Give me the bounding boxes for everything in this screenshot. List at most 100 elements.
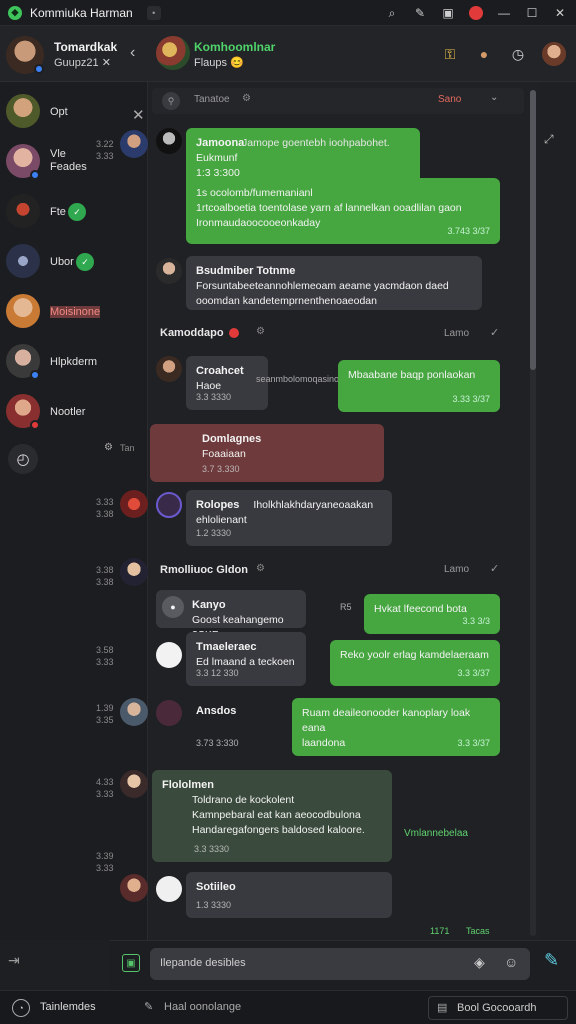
gear-icon: ⚙: [256, 326, 265, 337]
message-text: Reko yoolr erlag kamdelaeraam: [340, 649, 489, 661]
message-time: 3.743 3/37: [447, 226, 490, 236]
side-number: 3.33 3.38: [96, 497, 114, 519]
message-bubble[interactable]: Flololmen Toldrano de kockolent Kamnpeba…: [152, 770, 392, 862]
check-icon: ✓: [490, 563, 500, 575]
clock-icon[interactable]: ◷: [508, 44, 528, 64]
sticker-icon: ●: [162, 596, 184, 618]
expand-icon[interactable]: ⤢: [544, 132, 554, 147]
gear-icon[interactable]: ⚙: [104, 442, 113, 453]
rail-item[interactable]: Nootler: [6, 392, 146, 432]
message-time: 3.3 12 330: [196, 668, 239, 678]
status-badge: [30, 170, 40, 180]
message-bubble[interactable]: Sotiileo 1.3 3330: [186, 872, 392, 918]
message-line: ooomdan kandetemprnenthenoaeodan: [196, 295, 377, 307]
side-number: 3.58 3.33: [96, 645, 114, 667]
rail-item[interactable]: Opt ✕: [6, 92, 146, 132]
attach-icon[interactable]: ▣: [122, 954, 140, 972]
profile-avatar[interactable]: [542, 42, 566, 66]
message-text: Iholkhlakhdaryaneoaakan: [253, 499, 374, 511]
pinned-tag: Sano: [438, 94, 462, 105]
message-bubble[interactable]: Ruam deaileonooder kanoplary loak eana l…: [292, 698, 500, 756]
status-badge: [30, 370, 40, 380]
gear-icon: ⚙: [242, 93, 251, 104]
avatar: [6, 244, 40, 278]
bottom-left-label[interactable]: Tainlemdes: [40, 1001, 96, 1013]
message-bubble[interactable]: Reko yoolr erlag kamdelaeraam 3.3 3/37: [330, 640, 500, 686]
message-input[interactable]: Ilepande desibles ◈ ☺: [150, 948, 530, 980]
read-count: 1171: [430, 926, 450, 936]
avatar[interactable]: [156, 492, 182, 518]
message-line: Kamnpebaral eat kan aeocodbulona: [192, 809, 361, 821]
rail-item[interactable]: Ubor ✓: [6, 242, 146, 282]
edit-icon[interactable]: ✎: [410, 3, 430, 23]
close-icon[interactable]: ✕: [132, 106, 145, 124]
arrow-right-icon[interactable]: ⇥: [8, 952, 20, 969]
key-icon[interactable]: ⚿: [440, 44, 460, 64]
avatar: [120, 558, 148, 586]
pin-icon: ⚲: [162, 92, 180, 110]
message-text: Mbaabane baqp ponlaokan: [348, 369, 476, 381]
section-meta: Lamo: [444, 564, 470, 575]
sender-name: Rolopes: [196, 499, 240, 511]
close-icon[interactable]: ✕: [550, 3, 570, 23]
record-button[interactable]: [466, 3, 486, 23]
message-bubble[interactable]: Domlagnes Foaaiaan 3.7 3.330: [150, 424, 384, 482]
app-title: Kommiuka Hаrman: [30, 5, 133, 20]
message-bubble[interactable]: Bsudmiber Totnme Forsuntabeeteannohlemeo…: [186, 256, 482, 310]
message-bubble[interactable]: Ansdos 3.73 3:330: [186, 696, 276, 756]
avatar[interactable]: [156, 128, 182, 154]
search-icon[interactable]: ⌕: [382, 3, 402, 23]
message-bubble[interactable]: Tmaeleraec Ed lmaand a teckoen 3.3 12 33…: [186, 632, 306, 686]
window-icon[interactable]: ▣: [438, 3, 458, 23]
avatar[interactable]: [156, 700, 182, 726]
record-icon: [469, 6, 483, 20]
avatar: [6, 94, 40, 128]
message-line: Forsuntabeeteannohlemeoam aeame yacmdaon…: [196, 280, 449, 292]
message-bubble[interactable]: 1s ocolomb/fumemanianl 1rtcoalboetia toe…: [186, 178, 500, 244]
rail-item-label: Ubor: [50, 256, 74, 268]
bottom-right-label: Bool Gocooardh: [457, 1002, 537, 1014]
scrollbar-thumb[interactable]: [530, 90, 536, 370]
rail-item[interactable]: Fte ✓: [6, 192, 146, 232]
side-number: 4.33 3.33: [96, 777, 114, 799]
sender-name: Kanyo: [192, 599, 226, 611]
pinned-message-bar[interactable]: ⚲ Tanatoe ⚙ Sano ⌄: [152, 88, 524, 114]
emoji-icon[interactable]: ☺: [504, 954, 518, 970]
sender-name: Sotiileo: [196, 881, 236, 893]
side-number: 3.38 3.38: [96, 565, 114, 587]
message-bubble[interactable]: ● Kanyo Goost keahangemo 3SKF: [156, 590, 306, 641]
status-note: Vmlannebelaa: [404, 828, 468, 839]
back-icon[interactable]: ‹: [130, 44, 135, 62]
bottom-mid-button[interactable]: ✎ Haal oonolange: [140, 997, 280, 1019]
avatar: [120, 874, 148, 902]
avatar[interactable]: [156, 258, 182, 284]
chat-avatar[interactable]: [156, 36, 190, 70]
title-bar: ◆ Kommiuka Hаrman • ⌕ ✎ ▣ — ☐ ✕: [0, 0, 576, 26]
message-bubble[interactable]: Rolopes Iholkhlakhdaryaneoaakan ehloliena…: [186, 490, 392, 546]
rail-item-label: Vle Feades: [50, 148, 87, 173]
status-icon[interactable]: ◔: [12, 999, 30, 1017]
message-time: 3.73 3:330: [196, 738, 239, 748]
rail-item[interactable]: Hlpkderm: [6, 342, 146, 382]
rail-item[interactable]: Moisinone: [6, 292, 146, 332]
tab-indicator[interactable]: •: [146, 5, 161, 20]
sticker-icon[interactable]: ◈: [474, 954, 485, 971]
my-status: Guupz21 ✕: [54, 57, 111, 69]
maximize-icon[interactable]: ☐: [522, 3, 542, 23]
cookie-icon[interactable]: ●: [474, 44, 494, 64]
message-bubble[interactable]: Hvkat lfeecond bota 3.3 3/3: [364, 594, 500, 634]
avatar[interactable]: [156, 642, 182, 668]
send-icon[interactable]: ✎: [544, 950, 568, 974]
message-time: 3.3 3/37: [457, 668, 490, 678]
minimize-icon[interactable]: —: [494, 3, 514, 23]
chevron-down-icon[interactable]: ⌄: [490, 92, 498, 103]
avatar[interactable]: [156, 356, 182, 382]
message-time: 3.3 3/3: [462, 616, 490, 626]
message-bubble[interactable]: Mbaabane baqp ponlaokan 3.33 3/37: [338, 360, 500, 412]
conversation-rail: Opt ✕ Vle Feades Fte ✓ Ubor ✓ Moisinone …: [0, 82, 148, 968]
check-icon: ✓: [76, 253, 94, 271]
bottom-right-button[interactable]: ▤ Bool Gocooardh: [428, 996, 568, 1020]
avatar[interactable]: [156, 876, 182, 902]
sender-name: Tmaeleraec: [196, 641, 257, 653]
timer-icon[interactable]: ◴: [8, 444, 38, 474]
